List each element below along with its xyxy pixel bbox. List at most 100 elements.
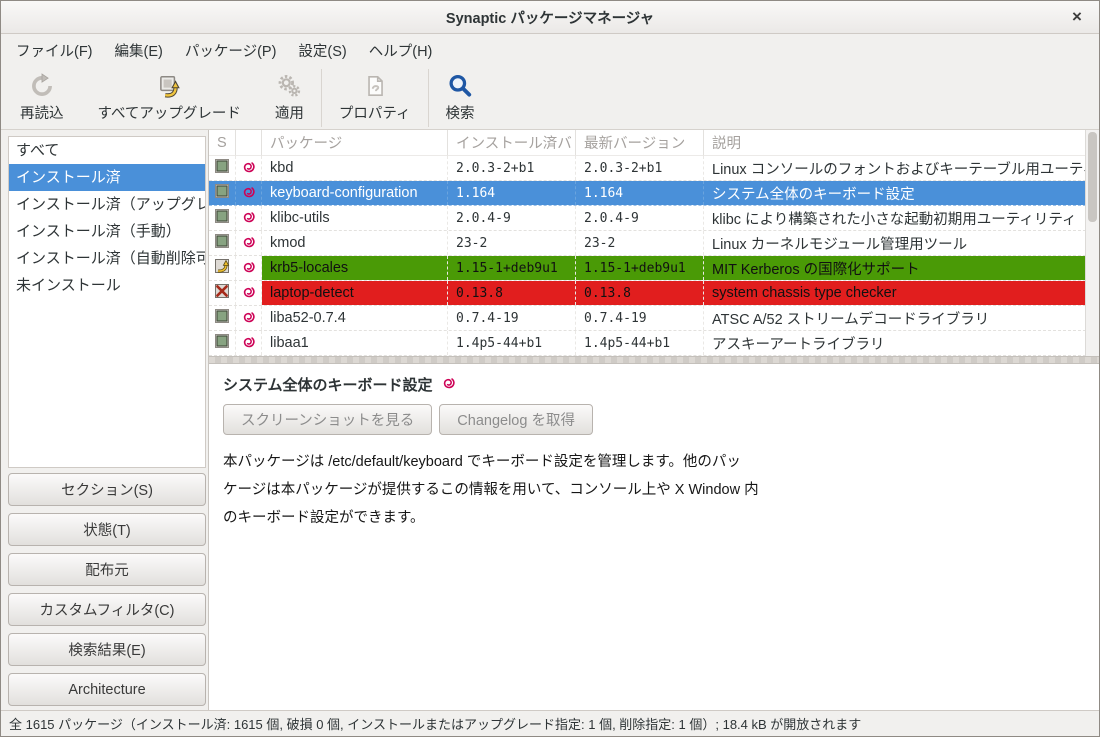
description-cell: システム全体のキーボード設定 (704, 181, 1086, 205)
table-header-row: S パッケージインストール済バ最新バージョン説明 (209, 130, 1086, 156)
custom-filters-button[interactable]: カスタムフィルタ(C) (8, 593, 206, 626)
package-status-cell (209, 256, 236, 280)
table-row[interactable]: laptop-detect0.13.80.13.8system chassis … (209, 281, 1086, 306)
get-changelog-button[interactable]: Changelog を取得 (439, 404, 593, 435)
menu-item-settings[interactable]: 設定(S) (287, 35, 357, 66)
installed-version-cell: 2.0.4-9 (448, 206, 576, 230)
description-cell: klibc により構築された小さな起動初期用ユーティリティ (704, 206, 1086, 230)
package-name-cell: laptop-detect (262, 281, 448, 305)
toolbar-button-search[interactable]: 検索 (428, 69, 492, 127)
column-header-5[interactable]: 説明 (704, 130, 1086, 156)
sections-button[interactable]: セクション(S) (8, 473, 206, 506)
filter-list: すべてインストール済インストール済（アップグレインストール済（手動）インストール… (8, 136, 206, 468)
debian-swirl-icon (241, 234, 256, 253)
table-body: kbd2.0.3-2+b12.0.3-2+b1Linux コンソールのフォントお… (209, 156, 1086, 356)
status-installed-icon (214, 183, 230, 203)
toolbar-label-properties: プロパティ (339, 102, 411, 123)
toolbar-button-reload[interactable]: 再読込 (3, 69, 81, 127)
table-row[interactable]: kmod23-223-2Linux カーネルモジュール管理用ツール (209, 231, 1086, 256)
description-cell: Linux コンソールのフォントおよびキーテーブル用ユーティリティ (704, 156, 1086, 180)
debian-swirl-icon (241, 159, 256, 178)
architecture-button[interactable]: Architecture (8, 673, 206, 706)
sidebar-item-installed-auto-removable[interactable]: インストール済（自動削除可 (9, 245, 205, 272)
menu-item-file[interactable]: ファイル(F) (5, 35, 104, 66)
latest-version-cell: 0.13.8 (576, 281, 704, 305)
description-cell: ATSC A/52 ストリームデコードライブラリ (704, 306, 1086, 330)
statusbar: 全 1615 パッケージ（インストール済: 1615 個, 破損 0 個, イン… (1, 710, 1099, 736)
scrollbar-thumb[interactable] (1088, 132, 1097, 222)
synaptic-window: Synaptic パッケージマネージャ × ファイル(F)編集(E)パッケージ(… (0, 0, 1100, 737)
package-status-cell (209, 206, 236, 230)
debian-swirl-icon (241, 284, 256, 303)
description-line: ケージは本パッケージが提供するこの情報を用いて、コンソール上や X Window… (223, 476, 1085, 504)
origin-button[interactable]: 配布元 (8, 553, 206, 586)
origin-cell (236, 206, 262, 230)
debian-swirl-icon (241, 259, 256, 278)
toolbar-label-mark-all-upgrades: すべてアップグレード (98, 102, 241, 123)
origin-cell (236, 306, 262, 330)
search-icon (447, 73, 473, 100)
table-row[interactable]: krb5-locales1.15-1+deb9u11.15-1+deb9u1MI… (209, 256, 1086, 281)
toolbar-button-properties[interactable]: プロパティ (321, 69, 428, 127)
table-row[interactable]: libaa11.4p5-44+b11.4p5-44+b1アスキーアートライブラリ (209, 331, 1086, 356)
column-header-1[interactable] (236, 130, 262, 156)
get-screenshot-button[interactable]: スクリーンショットを見る (223, 404, 432, 435)
column-header-2[interactable]: パッケージ (262, 130, 448, 156)
sidebar-item-installed[interactable]: インストール済 (9, 164, 205, 191)
sidebar: すべてインストール済インストール済（アップグレインストール済（手動）インストール… (1, 130, 208, 710)
status-removal-icon (214, 283, 230, 303)
apply-gears-icon (276, 73, 302, 100)
properties-icon (362, 73, 388, 100)
close-icon: × (1072, 7, 1082, 27)
menubar: ファイル(F)編集(E)パッケージ(P)設定(S)ヘルプ(H) (1, 34, 1099, 66)
sidebar-item-installed-manual[interactable]: インストール済（手動） (9, 218, 205, 245)
table-row[interactable]: klibc-utils2.0.4-92.0.4-9klibc により構築された小… (209, 206, 1086, 231)
latest-version-cell: 23-2 (576, 231, 704, 255)
toolbar-button-apply[interactable]: 適用 (258, 69, 321, 127)
toolbar-button-mark-all-upgrades[interactable]: すべてアップグレード (81, 69, 258, 127)
installed-version-cell: 1.4p5-44+b1 (448, 331, 576, 355)
toolbar-label-reload: 再読込 (20, 102, 64, 123)
installed-version-cell: 0.7.4-19 (448, 306, 576, 330)
upgrade-icon (156, 73, 182, 100)
latest-version-cell: 2.0.4-9 (576, 206, 704, 230)
window-titlebar: Synaptic パッケージマネージャ × (1, 1, 1099, 34)
status-button[interactable]: 状態(T) (8, 513, 206, 546)
table-row[interactable]: keyboard-configuration1.1641.164システム全体のキ… (209, 181, 1086, 206)
filter-category-buttons: セクション(S) 状態(T) 配布元カスタムフィルタ(C) 検索結果(E) Archit… (8, 473, 206, 706)
installed-version-cell: 1.15-1+deb9u1 (448, 256, 576, 280)
pane-splitter-handle[interactable] (209, 356, 1099, 364)
latest-version-cell: 1.4p5-44+b1 (576, 331, 704, 355)
search-results-button[interactable]: 検索結果(E) (8, 633, 206, 666)
installed-version-cell: 23-2 (448, 231, 576, 255)
package-table: Sパッケージインストール済バ最新バージョン説明 kbd2.0.3-2+b12.0… (209, 130, 1099, 356)
vertical-scrollbar[interactable] (1085, 130, 1099, 356)
installed-version-cell: 2.0.3-2+b1 (448, 156, 576, 180)
package-status-cell (209, 306, 236, 330)
column-header-0[interactable]: S (209, 130, 236, 156)
debian-swirl-icon (441, 375, 456, 395)
package-name-cell: krb5-locales (262, 256, 448, 280)
table-row[interactable]: kbd2.0.3-2+b12.0.3-2+b1Linux コンソールのフォントお… (209, 156, 1086, 181)
latest-version-cell: 2.0.3-2+b1 (576, 156, 704, 180)
sidebar-item-installed-upgradable[interactable]: インストール済（アップグレ (9, 191, 205, 218)
toolbar-label-search: 検索 (446, 102, 475, 123)
reload-icon (29, 73, 55, 100)
description-line: 本パッケージは /etc/default/keyboard でキーボード設定を管… (223, 448, 1085, 476)
menu-item-package[interactable]: パッケージ(P) (174, 35, 288, 66)
package-name-cell: libaa1 (262, 331, 448, 355)
close-button[interactable]: × (1065, 5, 1089, 29)
status-installed-icon (214, 308, 230, 328)
menu-item-help[interactable]: ヘルプ(H) (358, 35, 444, 66)
column-header-3[interactable]: インストール済バ (448, 130, 576, 156)
package-details-title: システム全体のキーボード設定 (223, 374, 433, 395)
table-row[interactable]: liba52-0.7.40.7.4-190.7.4-19ATSC A/52 スト… (209, 306, 1086, 331)
details-pane: システム全体のキーボード設定 スクリーンショットを見るChangelog を取得… (209, 364, 1099, 710)
sidebar-item-not-installed[interactable]: 未インストール (9, 272, 205, 299)
package-name-cell: kbd (262, 156, 448, 180)
debian-swirl-icon (241, 209, 256, 228)
sidebar-item-all[interactable]: すべて (9, 137, 205, 164)
debian-swirl-icon (241, 309, 256, 328)
menu-item-edit[interactable]: 編集(E) (104, 35, 174, 66)
column-header-4[interactable]: 最新バージョン (576, 130, 704, 156)
